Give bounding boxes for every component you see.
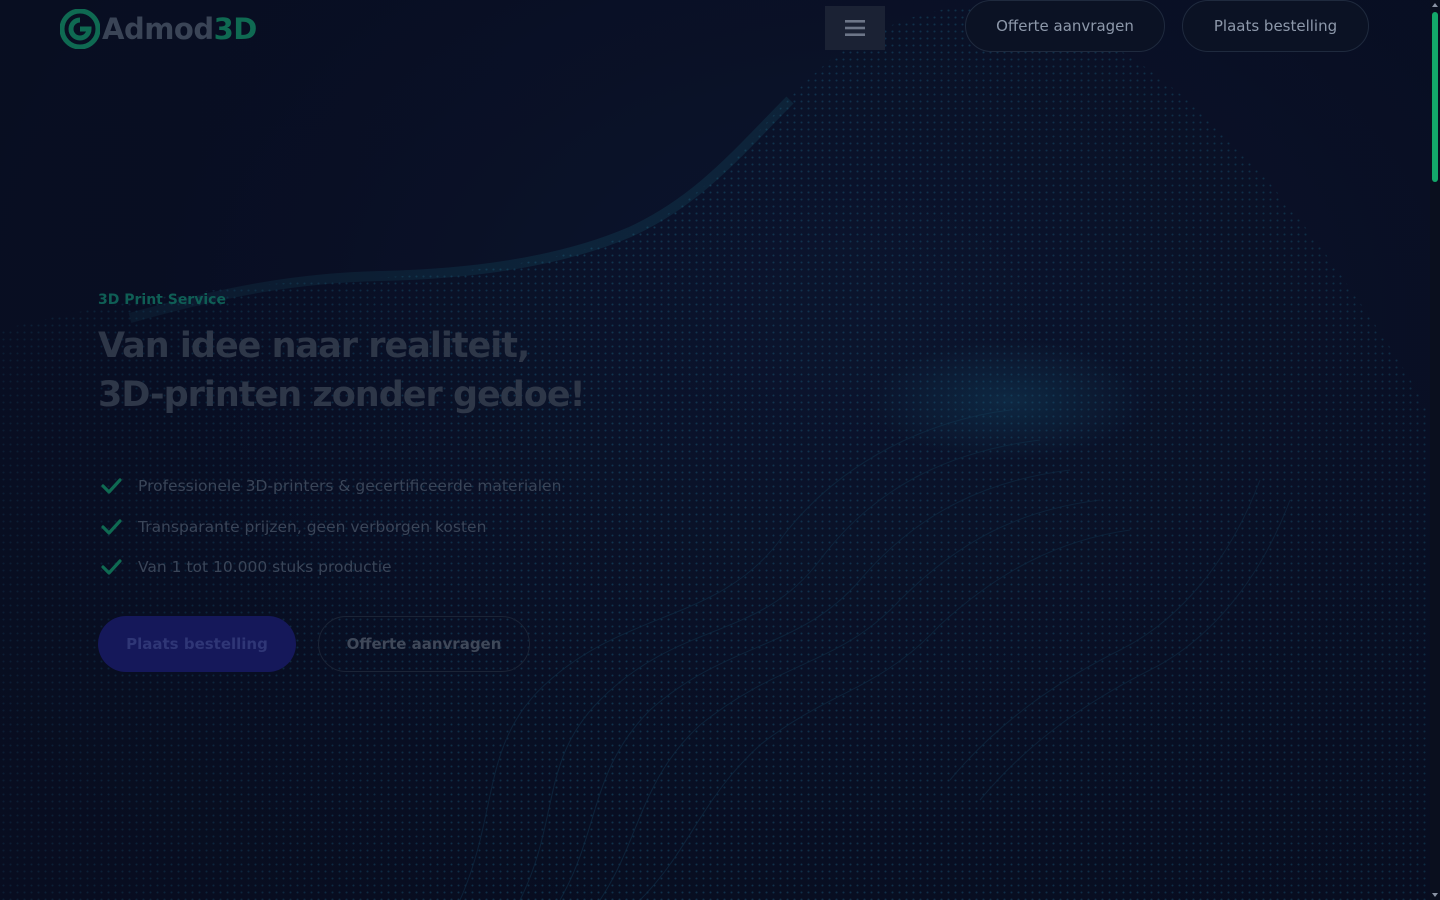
hero-headline-line-2: 3D-printen zonder gedoe!: [98, 375, 586, 415]
hero-order-button[interactable]: Plaats bestelling: [98, 616, 296, 672]
feature-text: Professionele 3D-printers & gecertificee…: [138, 477, 562, 496]
logo-wordmark: Admod3D: [102, 12, 257, 46]
scroll-up-arrow-icon[interactable]: [1432, 2, 1438, 8]
hero-quote-button[interactable]: Offerte aanvragen: [318, 616, 530, 672]
hamburger-menu-button[interactable]: [825, 6, 885, 50]
check-icon: [101, 559, 122, 575]
hero-eyebrow: 3D Print Service: [98, 292, 226, 308]
scrollbar-thumb[interactable]: [1432, 12, 1438, 182]
hero-headline-line-1: Van idee naar realiteit,: [98, 326, 530, 366]
feature-text: Van 1 tot 10.000 stuks productie: [138, 558, 392, 577]
particle-wave-background: [0, 0, 1430, 900]
feature-item: Van 1 tot 10.000 stuks productie: [100, 547, 561, 588]
check-icon: [101, 478, 122, 494]
logo-text-main: Admod: [102, 12, 214, 46]
logo-text-accent: 3D: [213, 12, 258, 46]
page-scrollbar[interactable]: [1430, 0, 1440, 900]
brand-logo[interactable]: Admod3D: [60, 8, 257, 50]
page: Admod3D Offerte aanvragen Plaats bestell…: [0, 0, 1440, 900]
feature-text: Transparante prijzen, geen verborgen kos…: [138, 517, 487, 536]
hamburger-menu-icon: [845, 20, 865, 36]
feature-item: Professionele 3D-printers & gecertificee…: [100, 466, 561, 507]
header-quote-button[interactable]: Offerte aanvragen: [965, 0, 1165, 52]
hero-headline: Van idee naar realiteit, 3D-printen zond…: [98, 322, 718, 420]
feature-item: Transparante prijzen, geen verborgen kos…: [100, 507, 561, 548]
scroll-down-arrow-icon[interactable]: [1432, 892, 1438, 898]
feature-list: Professionele 3D-printers & gecertificee…: [100, 466, 561, 588]
check-icon: [101, 519, 122, 535]
header-order-button[interactable]: Plaats bestelling: [1182, 0, 1369, 52]
logo-mark-icon: [60, 9, 100, 49]
